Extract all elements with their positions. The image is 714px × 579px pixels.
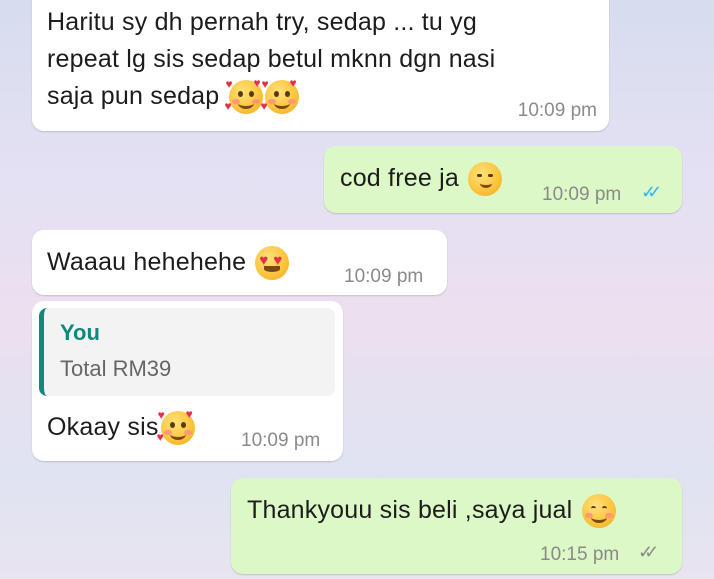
smiling-face-with-hearts-icon: ♥ ♥ ♥ (260, 76, 299, 115)
message-text: Waaau hehehehe ♥ ♥ (47, 244, 290, 281)
message-text: Thankyouu sis beli ,saya jual (247, 492, 616, 529)
message-bubble-outgoing[interactable]: cod free ja 10:09 pm ✓✓ (324, 146, 682, 213)
delivered-ticks-icon: ✓✓ (638, 542, 659, 562)
message-bubble-incoming[interactable]: You Total RM39 Okaay sis ♥ ♥ ♥ 10:09 pm (32, 301, 343, 461)
message-timestamp: 10:09 pm (344, 266, 424, 287)
message-timestamp: 10:09 pm (241, 430, 321, 451)
message-bubble-incoming[interactable]: Haritu sy dh pernah try, sedap ... tu yg… (32, 0, 609, 131)
smiling-face-with-hearts-icon: ♥ ♥ ♥ (224, 76, 263, 115)
message-timestamp: 10:09 pm (542, 184, 622, 205)
smiling-face-icon (581, 494, 616, 529)
message-text: Haritu sy dh pernah try, sedap ... tu yg… (47, 8, 496, 115)
smirking-face-icon (468, 162, 503, 197)
smiling-face-with-hearts-icon: ♥ ♥ ♥ (156, 407, 195, 446)
message-timestamp: 10:09 pm (517, 100, 597, 121)
heart-eyes-face-icon: ♥ ♥ (255, 246, 290, 281)
quoted-text: Total RM39 (60, 356, 172, 381)
message-text: cod free ja (340, 160, 503, 197)
quoted-author: You (60, 320, 100, 345)
message-bubble-outgoing[interactable]: Thankyouu sis beli ,saya jual 10:15 pm ✓… (231, 478, 682, 574)
message-timestamp: 10:15 pm (540, 544, 620, 565)
read-receipt-ticks-icon: ✓✓ (641, 182, 662, 202)
quoted-message[interactable]: You Total RM39 (39, 308, 335, 396)
message-bubble-incoming[interactable]: Waaau hehehehe ♥ ♥ 10:09 pm (32, 230, 447, 295)
message-text: Okaay sis ♥ ♥ ♥ (47, 407, 195, 446)
